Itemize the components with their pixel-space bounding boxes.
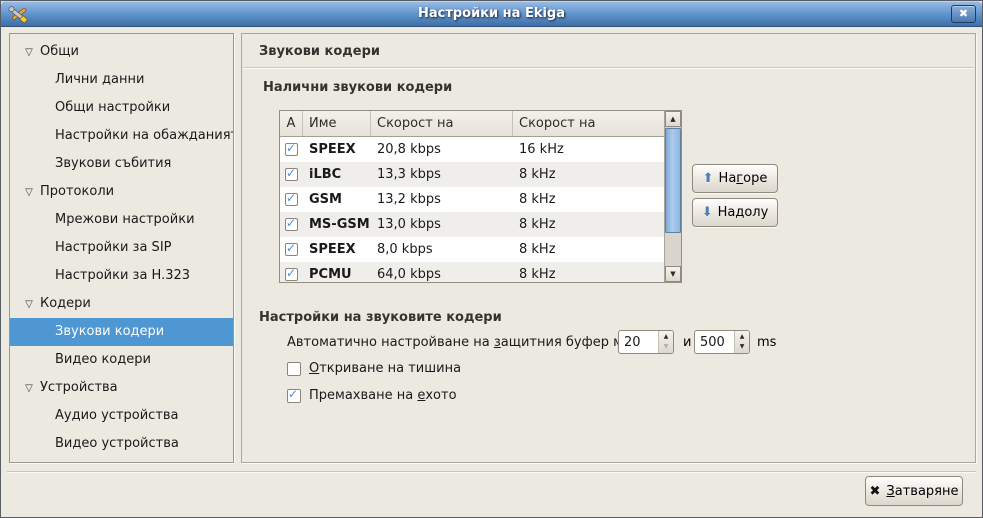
check-icon: ✓ xyxy=(286,193,296,205)
echo-cancellation-option[interactable]: ✓ Премахване на ехото xyxy=(287,388,457,403)
check-icon: ✓ xyxy=(286,268,296,280)
silence-detection-label: Откриване на тишина xyxy=(309,361,461,376)
sidebar-item-h323-settings[interactable]: Настройки за H.323 xyxy=(10,262,233,290)
codec-table: A Име Скорост на връзката Скорост на час… xyxy=(279,110,682,283)
spinner-arrows[interactable]: ▲ ▼ xyxy=(734,331,749,353)
divider xyxy=(243,67,974,68)
sidebar-item-network-settings[interactable]: Мрежови настройки xyxy=(10,206,233,234)
move-down-button[interactable]: ⬇ Надолу xyxy=(692,198,778,227)
scrollbar-thumb[interactable] xyxy=(665,128,681,233)
spin-up-icon[interactable]: ▲ xyxy=(735,331,749,342)
col-header-bitrate[interactable]: Скорост на връзката xyxy=(371,111,513,136)
close-button-label: Затваряне xyxy=(886,484,958,499)
up-arrow-icon: ⬆ xyxy=(703,171,714,186)
close-icon: ✖ xyxy=(959,7,968,20)
x-mark-icon: ✖ xyxy=(870,484,881,499)
spinner-arrows[interactable]: ▲ ▼ xyxy=(658,331,673,353)
echo-cancellation-checkbox[interactable]: ✓ xyxy=(287,389,301,403)
table-row[interactable]: ✓ SPEEX 20,8 kbps 16 kHz xyxy=(280,137,664,162)
codec-enabled-checkbox[interactable]: ✓ xyxy=(285,193,298,206)
codec-settings-title: Настройки на звуковите кодери xyxy=(259,310,502,325)
sidebar-item-codecs[interactable]: ▽Кодери xyxy=(10,290,233,318)
table-row[interactable]: ✓ PCMU 64,0 kbps 8 kHz xyxy=(280,262,664,283)
expander-icon[interactable]: ▽ xyxy=(20,375,38,403)
divider xyxy=(7,471,976,472)
page-title: Звукови кодери xyxy=(259,44,380,59)
available-codecs-title: Налични звукови кодери xyxy=(263,80,452,95)
expander-icon[interactable]: ▽ xyxy=(20,39,38,67)
titlebar[interactable]: Настройки на Ekiga ✖ xyxy=(1,1,982,27)
jitter-min-input[interactable] xyxy=(624,334,656,351)
window-title: Настройки на Ekiga xyxy=(1,6,982,21)
table-row[interactable]: ✓ GSM 13,2 kbps 8 kHz xyxy=(280,187,664,212)
sidebar-item-audio-devices[interactable]: Аудио устройства xyxy=(10,402,233,430)
col-header-clock[interactable]: Скорост на часовника xyxy=(513,111,664,136)
expander-icon[interactable]: ▽ xyxy=(20,291,38,319)
check-icon: ✓ xyxy=(286,218,296,230)
move-up-button[interactable]: ⬆ Нагоре xyxy=(692,164,778,193)
sidebar-item-video-codecs[interactable]: Видео кодери xyxy=(10,346,233,374)
silence-detection-option[interactable]: ✓ Откриване на тишина xyxy=(287,361,461,376)
table-body: ✓ SPEEX 20,8 kbps 16 kHz ✓ iLBC 13,3 kbp… xyxy=(280,137,664,282)
spin-down-icon[interactable]: ▼ xyxy=(659,342,673,353)
jitter-conjunction: и xyxy=(683,335,691,350)
sidebar-item-audio-codecs[interactable]: Звукови кодери xyxy=(10,318,233,346)
jitter-unit-label: ms xyxy=(757,335,776,350)
jitter-max-input[interactable] xyxy=(700,334,732,351)
sidebar-item-sound-events[interactable]: Звукови събития xyxy=(10,150,233,178)
codec-enabled-checkbox[interactable]: ✓ xyxy=(285,168,298,181)
scroll-up-icon[interactable]: ▲ xyxy=(665,111,681,127)
spin-up-icon[interactable]: ▲ xyxy=(659,331,673,342)
check-icon: ✓ xyxy=(286,168,296,180)
table-header: A Име Скорост на връзката Скорост на час… xyxy=(280,111,664,137)
check-icon: ✓ xyxy=(288,387,298,401)
expander-icon[interactable]: ▽ xyxy=(20,179,38,207)
sidebar-item-general[interactable]: ▽Общи xyxy=(10,38,233,66)
close-button[interactable]: ✖ Затваряне xyxy=(865,476,963,506)
check-icon: ✓ xyxy=(286,143,296,155)
echo-cancellation-label: Премахване на ехото xyxy=(309,388,457,403)
down-arrow-icon: ⬇ xyxy=(702,205,713,220)
audio-codecs-panel: Звукови кодери Налични звукови кодери A … xyxy=(241,33,976,463)
col-header-name[interactable]: Име xyxy=(303,111,371,136)
sidebar-item-sip-settings[interactable]: Настройки за SIP xyxy=(10,234,233,262)
sidebar-item-devices[interactable]: ▽Устройства xyxy=(10,374,233,402)
settings-tree: ▽Общи Лични данни Общи настройки Настрой… xyxy=(9,33,234,463)
move-up-label: Нагоре xyxy=(719,171,768,186)
col-header-active[interactable]: A xyxy=(280,111,303,136)
sidebar-item-video-devices[interactable]: Видео устройства xyxy=(10,430,233,458)
jitter-buffer-label: Автоматично настройване на защитния буфе… xyxy=(287,335,659,350)
table-row[interactable]: ✓ MS-GSM 13,0 kbps 8 kHz xyxy=(280,212,664,237)
codec-enabled-checkbox[interactable]: ✓ xyxy=(285,268,298,281)
jitter-max-spinner[interactable]: ▲ ▼ xyxy=(694,330,750,354)
move-down-label: Надолу xyxy=(718,205,769,220)
sidebar-item-call-options[interactable]: Настройки на обажданията xyxy=(10,122,233,150)
codec-enabled-checkbox[interactable]: ✓ xyxy=(285,243,298,256)
silence-detection-checkbox[interactable]: ✓ xyxy=(287,362,301,376)
check-icon: ✓ xyxy=(286,243,296,255)
sidebar-item-general-settings[interactable]: Общи настройки xyxy=(10,94,233,122)
codec-enabled-checkbox[interactable]: ✓ xyxy=(285,218,298,231)
table-row[interactable]: ✓ iLBC 13,3 kbps 8 kHz xyxy=(280,162,664,187)
table-scrollbar[interactable]: ▲ ▼ xyxy=(664,111,681,282)
codec-enabled-checkbox[interactable]: ✓ xyxy=(285,143,298,156)
scroll-down-icon[interactable]: ▼ xyxy=(665,266,681,282)
jitter-min-spinner[interactable]: ▲ ▼ xyxy=(618,330,674,354)
spin-down-icon[interactable]: ▼ xyxy=(735,342,749,353)
table-row[interactable]: ✓ SPEEX 8,0 kbps 8 kHz xyxy=(280,237,664,262)
sidebar-item-protocols[interactable]: ▽Протоколи xyxy=(10,178,233,206)
preferences-dialog: Настройки на Ekiga ✖ ▽Общи Лични данни О… xyxy=(0,0,983,518)
window-close-button[interactable]: ✖ xyxy=(951,5,976,23)
sidebar-item-personal-data[interactable]: Лични данни xyxy=(10,66,233,94)
